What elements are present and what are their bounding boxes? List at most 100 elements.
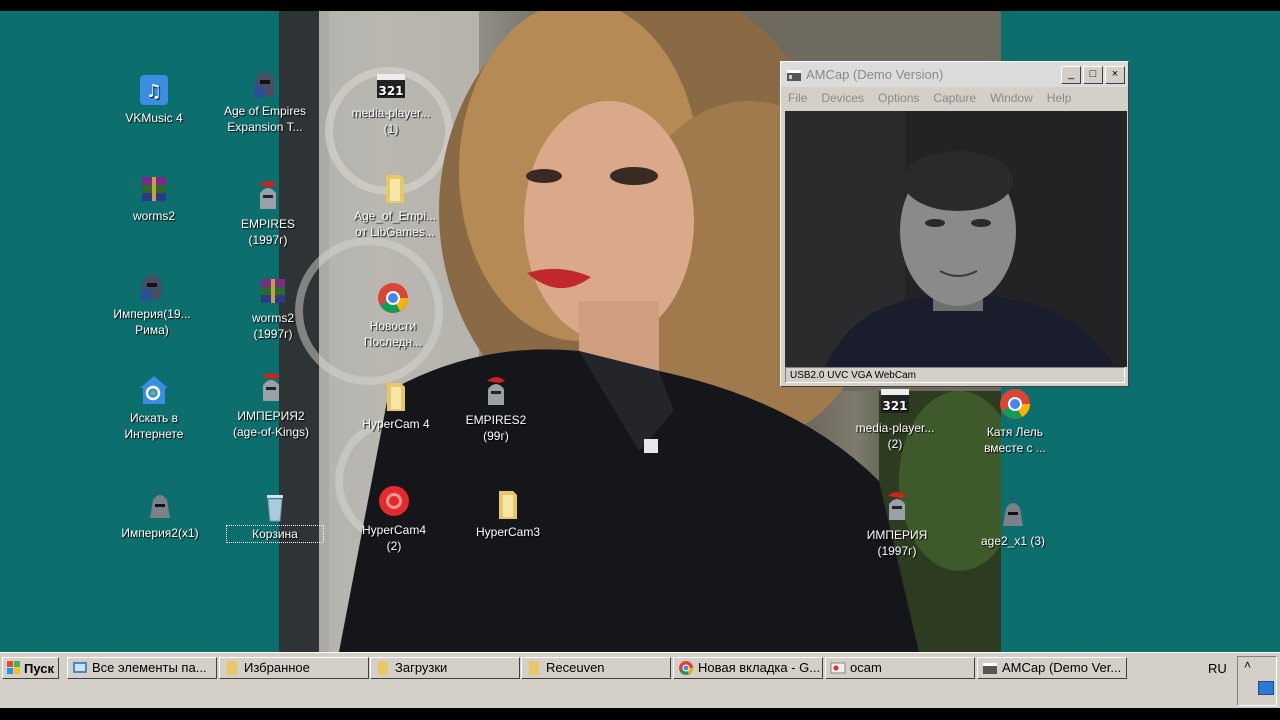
empires-helmet-icon <box>479 375 513 409</box>
desktop-icon-novosti[interactable]: Новости Последн... <box>345 281 441 350</box>
empires-helmet-icon <box>251 179 285 213</box>
task-receuven[interactable]: Receuven <box>521 657 671 679</box>
folder-icon <box>379 379 413 413</box>
desktop-icon-recycle-bin[interactable]: Корзина <box>226 489 324 543</box>
language-indicator[interactable]: RU <box>1208 661 1227 676</box>
folder-icon <box>224 660 240 676</box>
minimize-button[interactable]: _ <box>1061 65 1081 84</box>
desktop-icon-worms2-1997[interactable]: worms2 (1997г) <box>225 273 321 342</box>
aoe-helmet-icon <box>248 66 282 100</box>
desktop-icon-age-of-empires-expansion[interactable]: Age of Empires Expansion T... <box>217 66 313 135</box>
task-label: Избранное <box>244 660 310 675</box>
window-title: AMCap (Demo Version) <box>806 67 944 82</box>
task-label: AMCap (Demo Ver... <box>1002 660 1122 675</box>
menu-bar: File Devices Options Capture Window Help <box>781 87 1128 109</box>
status-bar: USB2.0 UVC VGA WebCam <box>785 367 1125 383</box>
ocam-icon <box>830 660 846 676</box>
menu-options[interactable]: Options <box>871 91 926 105</box>
webcam-preview <box>785 111 1127 367</box>
svg-text:♫: ♫ <box>146 81 162 102</box>
chrome-icon <box>678 660 694 676</box>
menu-window[interactable]: Window <box>983 91 1040 105</box>
icon-label: worms2 <box>132 209 175 223</box>
amcap-icon <box>982 660 998 676</box>
svg-text:321: 321 <box>378 84 403 98</box>
task-label: ocam <box>850 660 882 675</box>
maximize-button[interactable]: □ <box>1083 65 1103 84</box>
icon-label: worms2 (1997г) <box>251 311 294 341</box>
svg-text:321: 321 <box>882 399 907 413</box>
icon-label: Искать в Интернете <box>124 411 184 441</box>
icon-label: Новости Последн... <box>363 319 423 349</box>
system-tray: ˄ <box>1237 656 1277 706</box>
amcap-window[interactable]: AMCap (Demo Version) _ □ × File Devices … <box>780 61 1129 387</box>
desktop-icon-age-of-empires-libgames[interactable]: Age_of_Empi... от LibGames... <box>347 171 443 240</box>
empires-helmet-icon <box>880 490 914 524</box>
task-ocam[interactable]: ocam <box>825 657 975 679</box>
icon-label: Империя2(x1) <box>121 526 199 540</box>
hypercam-record-icon <box>377 485 411 519</box>
taskbar: Пуск Все элементы па... Избранное Загруз… <box>0 652 1280 709</box>
menu-capture[interactable]: Capture <box>926 91 983 105</box>
icon-label: media-player... (1) <box>351 106 431 136</box>
desktop-icon-imperiya-rima[interactable]: Империя(19... Рима) <box>104 269 200 338</box>
icon-label: Империя(19... Рима) <box>113 307 191 337</box>
chrome-icon <box>998 387 1032 421</box>
task-label: Загрузки <box>395 660 448 675</box>
icon-label: Корзина <box>226 525 324 543</box>
desktop-icon-imperiya-1997[interactable]: ИМПЕРИЯ (1997г) <box>849 490 945 559</box>
icon-label: media-player... (2) <box>855 421 935 451</box>
ie-search-icon <box>137 373 171 407</box>
task-label: Новая вкладка - G... <box>698 660 821 675</box>
desktop-icon-age2-x1-3[interactable]: age2_x1 (3) <box>965 496 1061 549</box>
network-icon[interactable] <box>1258 681 1274 695</box>
desktop-icon-empires2-99[interactable]: EMPIRES2 (99г) <box>448 375 544 444</box>
task-label: Все элементы па... <box>92 660 207 675</box>
vkmusic-icon: ♫ <box>137 73 171 107</box>
task-control-panel[interactable]: Все элементы па... <box>67 657 217 679</box>
close-button[interactable]: × <box>1105 65 1125 84</box>
task-amcap[interactable]: AMCap (Demo Ver... <box>977 657 1127 679</box>
start-button[interactable]: Пуск <box>2 657 59 679</box>
menu-help[interactable]: Help <box>1040 91 1079 105</box>
winrar-archive-icon <box>256 273 290 307</box>
task-chrome-new-tab[interactable]: Новая вкладка - G... <box>673 657 823 679</box>
desktop-icon-katya-lel[interactable]: Катя Лель вместе с ... <box>967 387 1063 456</box>
icon-label: HyperCam4 (2) <box>361 523 427 553</box>
desktop-icon-vkmusic[interactable]: ♫ VKMusic 4 <box>106 73 202 126</box>
screen-bottom-border <box>0 708 1280 720</box>
menu-file[interactable]: File <box>781 91 814 105</box>
empires-helmet-icon <box>254 371 288 405</box>
desktop-icon-empires-1997[interactable]: EMPIRES (1997г) <box>220 179 316 248</box>
control-panel-icon <box>72 660 88 676</box>
icon-label: age2_x1 (3) <box>980 534 1046 548</box>
tray-expand-button[interactable]: ˄ <box>1244 659 1276 671</box>
mpc-321-icon: 321 <box>374 68 408 102</box>
amcap-app-icon <box>786 67 802 83</box>
chrome-icon <box>376 281 410 315</box>
webcam-image <box>785 111 1127 367</box>
desktop-icon-search-internet[interactable]: Искать в Интернете <box>106 373 202 442</box>
icon-label: HyperCam3 <box>475 525 541 539</box>
desktop-icon-imperiya2-aok[interactable]: ИМПЕРИЯ2 (age-of-Kings) <box>223 371 319 440</box>
desktop-icon-imperiya2-x1[interactable]: Империя2(x1) <box>112 488 208 541</box>
desktop-icon-hypercam-4[interactable]: HyperCam 4 <box>348 379 444 432</box>
aoe2-helmet-icon <box>143 488 177 522</box>
icon-label: EMPIRES (1997г) <box>240 217 295 247</box>
icon-label: ИМПЕРИЯ (1997г) <box>866 528 928 558</box>
folder-icon <box>378 171 412 205</box>
desktop-icon-worms2[interactable]: worms2 <box>106 171 202 224</box>
desktop-icon-media-player-1[interactable]: 321 media-player... (1) <box>343 68 439 137</box>
task-zagruzki[interactable]: Загрузки <box>370 657 520 679</box>
aoe-helmet-icon <box>135 269 169 303</box>
desktop-icon-hypercam3[interactable]: HyperCam3 <box>460 487 556 540</box>
desktop-icon-media-player-2[interactable]: 321 media-player... (2) <box>847 383 943 452</box>
task-izbrannoe[interactable]: Избранное <box>219 657 369 679</box>
winrar-archive-icon <box>137 171 171 205</box>
icon-label: ИМПЕРИЯ2 (age-of-Kings) <box>232 409 310 439</box>
menu-devices[interactable]: Devices <box>814 91 871 105</box>
desktop-icon-hypercam4-2[interactable]: HyperCam4 (2) <box>346 485 442 554</box>
folder-icon <box>526 660 542 676</box>
icon-label: Катя Лель вместе с ... <box>984 425 1046 455</box>
window-titlebar[interactable]: AMCap (Demo Version) _ □ × <box>781 62 1128 87</box>
